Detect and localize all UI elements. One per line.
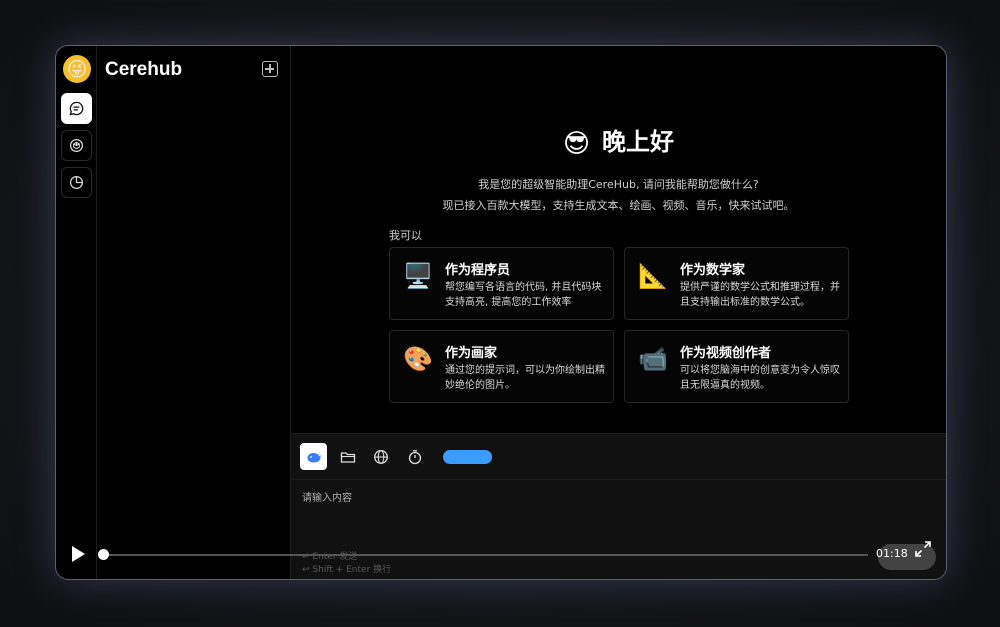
new-chat-icon[interactable] <box>262 61 278 77</box>
accent-toggle-button[interactable] <box>443 450 492 464</box>
composer-toolbar <box>291 434 946 480</box>
timer-icon <box>408 449 421 464</box>
web-search-button[interactable] <box>367 443 394 470</box>
whale-icon <box>307 452 320 462</box>
cube-icon <box>69 138 84 153</box>
app-logo: 😜 <box>63 55 91 83</box>
card-mathematician[interactable]: 📐 作为数学家 提供严谨的数学公式和推理过程，并且支持输出标准的数学公式。 <box>624 247 849 320</box>
video-time: 01:18 <box>876 547 908 560</box>
card-description: 通过您的提示词，可以为你绘制出精妙绝伦的图片。 <box>445 365 605 391</box>
card-title: 作为程序员 <box>445 263 511 278</box>
card-description: 可以将您脑海中的创意变为令人惊叹且无限逼真的视频。 <box>680 365 840 391</box>
card-title: 作为画家 <box>445 346 498 361</box>
greeting-text: 晚上好 <box>602 128 675 156</box>
sunglasses-emoji-icon: 😎 <box>562 129 591 159</box>
card-programmer[interactable]: 🖥️ 作为程序员 帮您编写各语言的代码, 并且代码块支持高亮, 提高您的工作效率 <box>389 247 614 320</box>
brand-name: Cerehub <box>105 59 183 80</box>
rail-models-button[interactable] <box>61 130 92 161</box>
play-icon[interactable] <box>72 546 85 562</box>
card-title: 作为数学家 <box>680 263 746 278</box>
computer-icon: 🖥️ <box>403 262 433 290</box>
pie-icon <box>69 175 84 190</box>
greeting: 😎 晚上好 <box>291 122 946 159</box>
conversation-sidebar: Cerehub <box>97 46 291 579</box>
capabilities-label: 我可以 <box>389 229 422 242</box>
seek-track[interactable] <box>103 554 868 556</box>
file-upload-button[interactable] <box>334 443 361 470</box>
timer-button[interactable] <box>401 443 428 470</box>
app-window: 😜 Cerehub 😎 晚上好 我是您的超级智能助理CereHub, 请问我能帮… <box>56 46 946 579</box>
seek-handle[interactable] <box>97 549 109 560</box>
icon-rail: 😜 <box>56 46 97 579</box>
rail-stats-button[interactable] <box>61 167 92 198</box>
card-title: 作为视频创作者 <box>680 346 772 361</box>
intro-line-1: 我是您的超级智能助理CereHub, 请问我能帮助您做什么? <box>478 178 759 191</box>
palette-icon: 🎨 <box>403 345 433 373</box>
chat-icon <box>69 101 84 116</box>
card-description: 帮您编写各语言的代码, 并且代码块支持高亮, 提高您的工作效率 <box>445 282 602 308</box>
main-panel: 😎 晚上好 我是您的超级智能助理CereHub, 请问我能帮助您做什么? 现已接入… <box>291 46 946 579</box>
fullscreen-icon[interactable] <box>914 540 932 558</box>
folder-icon <box>340 451 355 463</box>
video-controls: 01:18 <box>56 536 946 572</box>
card-painter[interactable]: 🎨 作为画家 通过您的提示词，可以为你绘制出精妙绝伦的图片。 <box>389 330 614 403</box>
triangle-ruler-icon: 📐 <box>638 262 668 290</box>
rail-chat-button[interactable] <box>61 93 92 124</box>
globe-icon <box>373 449 388 464</box>
card-video-creator[interactable]: 📹 作为视频创作者 可以将您脑海中的创意变为令人惊叹且无限逼真的视频。 <box>624 330 849 403</box>
card-description: 提供严谨的数学公式和推理过程，并且支持输出标准的数学公式。 <box>680 282 840 308</box>
message-input[interactable]: 请输入内容 <box>302 489 352 504</box>
video-camera-icon: 📹 <box>638 345 668 373</box>
model-select-button[interactable] <box>300 443 327 470</box>
intro-line-2: 现已接入百款大模型，支持生成文本、绘画、视频、音乐，快来试试吧。 <box>442 199 795 212</box>
